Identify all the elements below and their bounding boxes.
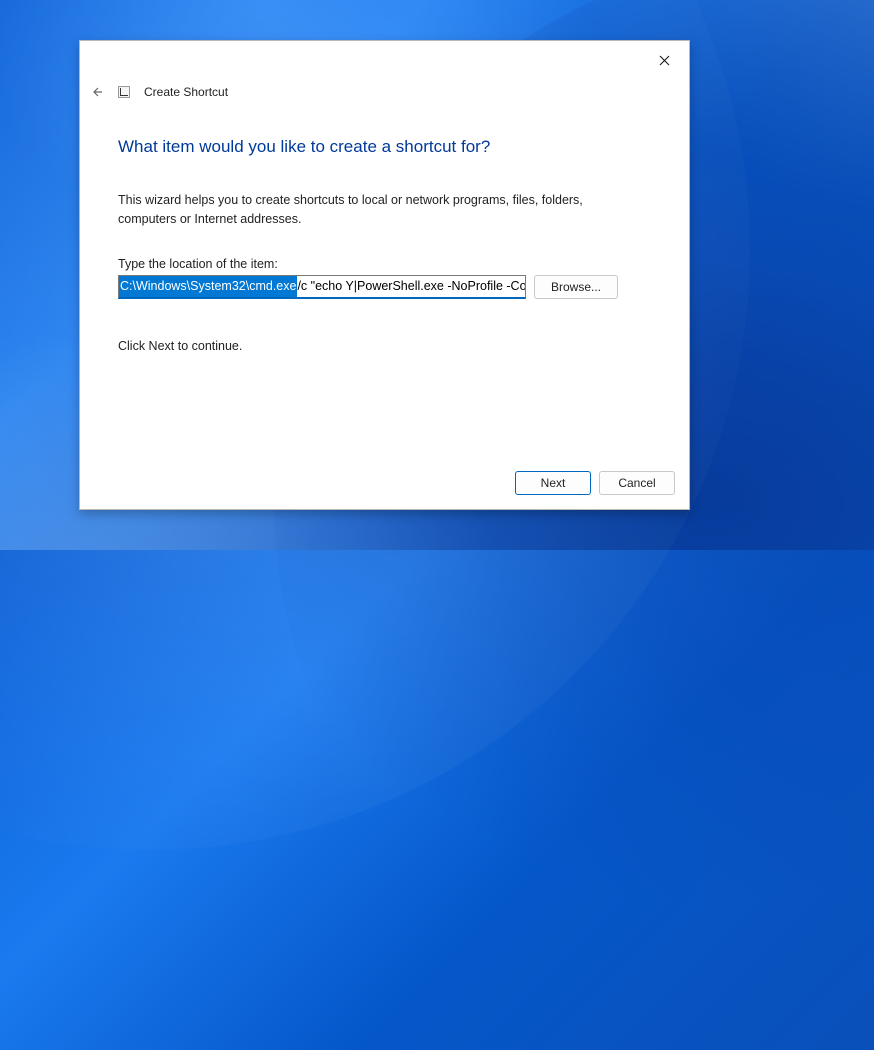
continue-hint: Click Next to continue. [118, 339, 651, 353]
back-button[interactable] [88, 83, 106, 101]
browse-button[interactable]: Browse... [534, 275, 618, 299]
next-button[interactable]: Next [515, 471, 591, 495]
close-icon [659, 55, 670, 66]
wizard-body: What item would you like to create a sho… [80, 103, 689, 459]
create-shortcut-dialog: Create Shortcut What item would you like… [79, 40, 690, 510]
wizard-footer: Next Cancel [80, 459, 689, 509]
location-rest-text: /c "echo Y|PowerShell.exe -NoProfile -Co… [297, 279, 526, 293]
wizard-description: This wizard helps you to create shortcut… [118, 191, 638, 229]
close-button[interactable] [651, 47, 677, 73]
arrow-left-icon [91, 86, 103, 98]
wizard-headline: What item would you like to create a sho… [118, 137, 651, 157]
wizard-header: Create Shortcut [80, 79, 689, 103]
titlebar [80, 41, 689, 79]
location-label: Type the location of the item: [118, 257, 651, 271]
dialog-title: Create Shortcut [144, 85, 228, 99]
location-input[interactable]: C:\Windows\System32\cmd.exe /c "echo Y|P… [118, 275, 526, 299]
cancel-button[interactable]: Cancel [599, 471, 675, 495]
location-selected-text: C:\Windows\System32\cmd.exe [119, 276, 297, 297]
shortcut-icon [118, 86, 130, 98]
